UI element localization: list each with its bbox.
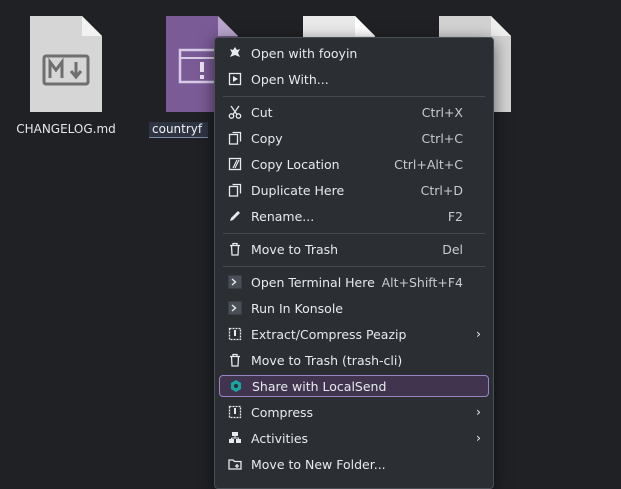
menu-item-shortcut: Ctrl+C <box>421 130 463 146</box>
new-folder-icon <box>219 457 251 471</box>
menu-item-copy[interactable]: Copy Ctrl+C <box>219 127 489 149</box>
menu-item-move-to-new-folder[interactable]: Move to New Folder... <box>219 453 489 475</box>
menu-item-open-with-fooyin[interactable]: Open with fooyin <box>219 42 489 64</box>
compress-icon <box>219 405 251 419</box>
menu-item-label: Move to Trash (trash-cli) <box>251 352 403 368</box>
menu-separator <box>223 266 485 267</box>
menu-item-cut[interactable]: Cut Ctrl+X <box>219 101 489 123</box>
menu-item-shortcut: Ctrl+Alt+C <box>394 156 463 172</box>
trash-cli-icon <box>219 353 251 367</box>
submenu-arrow-icon: › <box>476 404 481 419</box>
duplicate-icon <box>219 183 251 197</box>
archive-icon <box>219 327 251 341</box>
menu-item-label: Duplicate Here <box>251 182 345 198</box>
menu-item-label: Activities <box>251 430 309 446</box>
scissors-icon <box>219 105 251 119</box>
menu-item-shortcut: Alt+Shift+F4 <box>381 274 463 290</box>
pencil-icon <box>219 209 251 223</box>
menu-item-shortcut: Ctrl+D <box>420 182 463 198</box>
file-name: CHANGELOG.md <box>16 122 116 136</box>
terminal-icon <box>219 275 251 289</box>
menu-item-label: Open With... <box>251 71 329 87</box>
menu-item-label: Compress <box>251 404 314 420</box>
menu-item-extract-compress-peazip[interactable]: Extract/Compress Peazip › <box>219 323 489 345</box>
menu-item-label: Open with fooyin <box>251 45 358 61</box>
menu-item-label: Share with LocalSend <box>252 378 387 394</box>
menu-item-label: Extract/Compress Peazip <box>251 326 407 342</box>
markdown-file-icon <box>30 16 102 112</box>
activities-icon <box>219 431 251 445</box>
menu-item-open-terminal-here[interactable]: Open Terminal Here Alt+Shift+F4 <box>219 271 489 293</box>
menu-item-move-to-trash-cli[interactable]: Move to Trash (trash-cli) <box>219 349 489 371</box>
copy-icon <box>219 131 251 145</box>
fooyin-icon <box>219 46 251 60</box>
menu-item-move-to-trash[interactable]: Move to Trash Del <box>219 238 489 260</box>
menu-item-compress[interactable]: Compress › <box>219 401 489 423</box>
menu-item-shortcut: Ctrl+X <box>421 104 463 120</box>
file-changelog[interactable]: CHANGELOG.md <box>16 14 116 146</box>
file-name-selected[interactable]: countryf <box>149 122 209 138</box>
localsend-icon <box>220 379 252 393</box>
menu-item-label: Move to New Folder... <box>251 456 386 472</box>
menu-separator <box>223 96 485 97</box>
menu-item-label: Cut <box>251 104 273 120</box>
menu-item-copy-location[interactable]: Copy Location Ctrl+Alt+C <box>219 153 489 175</box>
submenu-arrow-icon: › <box>476 326 481 341</box>
menu-item-share-with-localsend[interactable]: Share with LocalSend <box>219 375 489 397</box>
menu-item-activities[interactable]: Activities › <box>219 427 489 449</box>
menu-item-label: Copy Location <box>251 156 340 172</box>
menu-item-shortcut: Del <box>442 241 463 257</box>
menu-item-label: Copy <box>251 130 283 146</box>
menu-separator <box>223 233 485 234</box>
menu-item-label: Rename... <box>251 208 315 224</box>
menu-item-label: Move to Trash <box>251 241 339 257</box>
konsole-icon <box>219 301 251 315</box>
menu-item-duplicate-here[interactable]: Duplicate Here Ctrl+D <box>219 179 489 201</box>
context-menu: Open with fooyin Open With... Cut Ctrl+X… <box>214 37 494 489</box>
open-with-icon <box>219 72 251 86</box>
menu-item-label: Run In Konsole <box>251 300 343 316</box>
menu-item-shortcut: F2 <box>447 208 463 224</box>
submenu-arrow-icon: › <box>476 430 481 445</box>
menu-item-run-in-konsole[interactable]: Run In Konsole <box>219 297 489 319</box>
menu-item-rename[interactable]: Rename... F2 <box>219 205 489 227</box>
trash-icon <box>219 242 251 256</box>
menu-item-label: Open Terminal Here <box>251 274 375 290</box>
copy-location-icon <box>219 157 251 171</box>
menu-item-open-with[interactable]: Open With... <box>219 68 489 90</box>
